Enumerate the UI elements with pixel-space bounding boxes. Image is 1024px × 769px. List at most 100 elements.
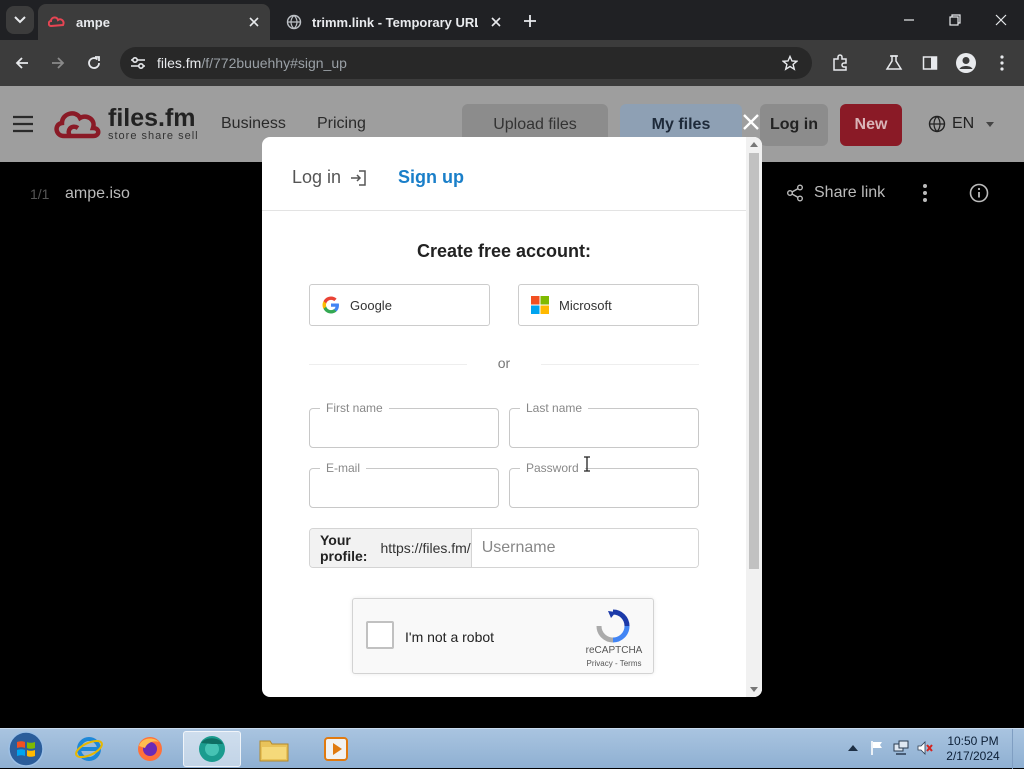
email-label: E-mail [320, 461, 367, 475]
url-path: /f/772buuehhy#sign_up [201, 55, 347, 71]
password-label: Password [520, 461, 585, 475]
google-signup-button[interactable]: Google [309, 284, 490, 326]
close-tab-icon[interactable] [488, 14, 504, 30]
brand-tagline: store share sell [108, 130, 199, 142]
clock-time: 10:50 PM [947, 734, 999, 748]
show-hidden-icons[interactable] [844, 739, 862, 757]
system-tray [844, 739, 940, 757]
globe-icon [928, 115, 946, 133]
taskbar-internet-explorer[interactable] [60, 731, 118, 767]
arrow-right-icon [52, 57, 65, 69]
action-center-flag-icon[interactable] [868, 739, 886, 757]
side-panel-icon [922, 56, 938, 70]
share-link-button[interactable]: Share link [786, 184, 885, 202]
microsoft-signup-button[interactable]: Microsoft [518, 284, 699, 326]
tab-ampe[interactable]: ampe [38, 4, 270, 40]
recaptcha-widget: I'm not a robot reCAPTCHA Privacy - Term… [352, 598, 654, 674]
side-panel-button[interactable] [918, 51, 942, 75]
bookmark-star-icon[interactable] [780, 53, 800, 73]
first-name-field[interactable]: First name [309, 401, 499, 448]
share-link-label: Share link [814, 184, 886, 201]
nav-pricing[interactable]: Pricing [317, 115, 366, 133]
clock-date: 2/17/2024 [946, 749, 1000, 763]
modal-scrollbar[interactable] [746, 137, 762, 697]
new-button[interactable]: New [840, 104, 902, 146]
recaptcha-checkbox[interactable] [366, 621, 394, 649]
scroll-down-arrow-icon[interactable] [750, 687, 758, 692]
restore-icon [949, 14, 961, 26]
taskbar-chrome-active[interactable] [183, 731, 241, 767]
scroll-up-arrow-icon[interactable] [750, 142, 758, 147]
taskbar-file-explorer[interactable] [245, 731, 303, 767]
last-name-label: Last name [520, 401, 589, 415]
email-field[interactable]: E-mail [309, 461, 499, 508]
username-input[interactable] [471, 529, 698, 567]
file-name: ampe.iso [65, 185, 130, 202]
forward-button[interactable] [46, 51, 70, 75]
restore-window-button[interactable] [943, 8, 967, 32]
last-name-field[interactable]: Last name [509, 401, 699, 448]
address-bar[interactable]: files.fm/f/772buuehhy#sign_up [120, 47, 812, 79]
recaptcha-brand: reCAPTCHA [585, 645, 643, 656]
volume-muted-icon[interactable] [916, 739, 934, 757]
system-clock[interactable]: 10:50 PM 2/17/2024 [940, 734, 1006, 764]
file-more-options-icon[interactable] [914, 181, 936, 205]
puzzle-icon [833, 54, 847, 71]
browser-toolbar: files.fm/f/772buuehhy#sign_up [0, 40, 1024, 86]
login-icon [351, 169, 366, 186]
info-icon[interactable] [967, 181, 991, 205]
tab-trimm-link[interactable]: trimm.link - Temporary URL sh [276, 4, 512, 40]
nav-business[interactable]: Business [221, 115, 286, 133]
profile-url-group: Your profile: https://files.fm/ [309, 528, 699, 568]
microsoft-icon [531, 296, 549, 314]
browser-tab-bar: ampe trimm.link - Temporary URL sh [0, 0, 1024, 40]
caret-down-icon [986, 121, 995, 127]
tab-title: trimm.link - Temporary URL sh [312, 14, 478, 30]
show-desktop-button[interactable] [1012, 729, 1024, 769]
close-icon [995, 14, 1007, 26]
tab-signup[interactable]: Sign up [398, 167, 464, 188]
site-info-icon[interactable] [128, 53, 148, 73]
password-field[interactable]: Password [509, 461, 699, 508]
plus-icon [524, 15, 536, 27]
internet-explorer-icon [75, 737, 103, 761]
avatar-icon [956, 53, 976, 73]
chevron-down-icon [14, 16, 26, 24]
extensions-button[interactable] [828, 51, 852, 75]
cloud-logo-icon [54, 111, 101, 139]
profile-button[interactable] [954, 51, 978, 75]
scrollbar-thumb[interactable] [749, 153, 759, 569]
reload-button[interactable] [82, 51, 106, 75]
file-counter: 1/1 [30, 186, 50, 202]
minimize-window-button[interactable] [897, 8, 921, 32]
tab-search-button[interactable] [6, 6, 34, 34]
text-cursor-icon [584, 456, 590, 472]
taskbar-media-player[interactable] [307, 731, 365, 767]
taskbar-firefox[interactable] [121, 731, 179, 767]
site-logo[interactable]: files.fm store share sell [52, 106, 199, 142]
url-text: files.fm/f/772buuehhy#sign_up [157, 55, 347, 71]
modal-close-icon[interactable] [740, 111, 762, 133]
brand-name: files.fm [108, 104, 196, 132]
tab-title: ampe [76, 14, 110, 30]
header-login-button[interactable]: Log in [760, 104, 828, 146]
language-selector[interactable]: EN [928, 115, 995, 133]
close-window-button[interactable] [989, 8, 1013, 32]
start-button[interactable] [6, 730, 46, 768]
firefox-icon [138, 737, 162, 761]
back-button[interactable] [10, 51, 34, 75]
new-tab-button[interactable] [518, 9, 542, 33]
recaptcha-terms[interactable]: Privacy - Terms [579, 659, 649, 668]
profile-url-prefix: https://files.fm/ [380, 540, 471, 556]
signup-modal: Log in Sign up Create free account: Goog… [262, 137, 762, 697]
tab-login[interactable]: Log in [292, 167, 367, 188]
browser-menu-button[interactable] [990, 51, 1014, 75]
folder-icon [259, 740, 289, 762]
close-tab-icon[interactable] [246, 14, 262, 30]
hamburger-menu-icon[interactable] [12, 114, 34, 134]
minimize-icon [904, 19, 914, 21]
network-icon[interactable] [892, 739, 910, 757]
labs-button[interactable] [882, 51, 906, 75]
form-title: Create free account: [416, 241, 592, 261]
windows-logo-icon [8, 731, 44, 767]
